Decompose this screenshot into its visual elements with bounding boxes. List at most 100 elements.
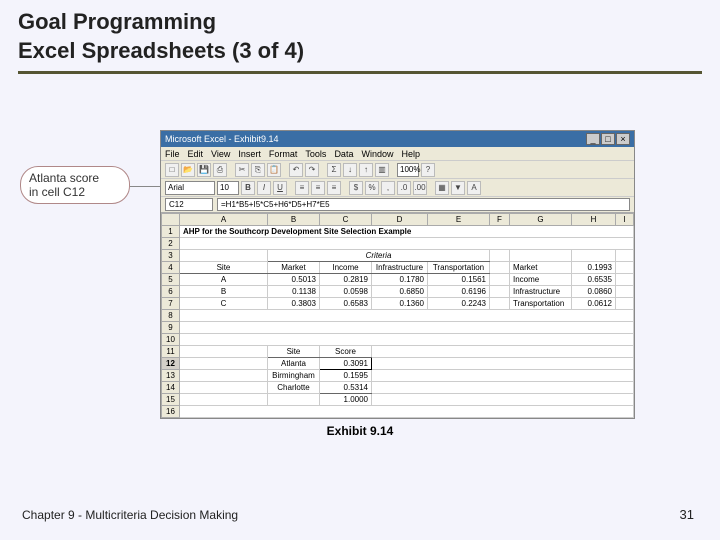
cell-a5[interactable]: A — [180, 274, 268, 286]
row-hdr-2[interactable]: 2 — [162, 238, 180, 250]
row-hdr-1[interactable]: 1 — [162, 226, 180, 238]
underline-icon[interactable]: U — [273, 181, 287, 195]
close-button[interactable]: × — [616, 133, 630, 145]
cell-g6[interactable]: Infrastructure — [510, 286, 572, 298]
cell-a6[interactable]: B — [180, 286, 268, 298]
cell-c6[interactable]: 0.0598 — [320, 286, 372, 298]
cell-e7[interactable]: 0.2243 — [428, 298, 490, 310]
row-hdr-5[interactable]: 5 — [162, 274, 180, 286]
copy-icon[interactable]: ⎘ — [251, 163, 265, 177]
align-center-icon[interactable]: ≡ — [311, 181, 325, 195]
menu-file[interactable]: File — [165, 149, 180, 159]
menu-tools[interactable]: Tools — [305, 149, 326, 159]
cell-f3[interactable] — [490, 250, 510, 262]
cell-d6[interactable]: 0.6850 — [372, 286, 428, 298]
sort-desc-icon[interactable]: ↑ — [359, 163, 373, 177]
row-hdr-8[interactable]: 8 — [162, 310, 180, 322]
cell-b4[interactable]: Market — [268, 262, 320, 274]
col-h[interactable]: H — [572, 214, 616, 226]
cell-i3[interactable] — [616, 250, 634, 262]
cell-d7[interactable]: 0.1360 — [372, 298, 428, 310]
open-icon[interactable]: 📂 — [181, 163, 195, 177]
cell-c4[interactable]: Income — [320, 262, 372, 274]
cell-c14[interactable]: 0.5314 — [320, 382, 372, 394]
minimize-button[interactable]: _ — [586, 133, 600, 145]
cell-c12-selected[interactable]: 0.3091 — [320, 358, 372, 370]
row-hdr-6[interactable]: 6 — [162, 286, 180, 298]
menu-help[interactable]: Help — [401, 149, 420, 159]
col-d[interactable]: D — [372, 214, 428, 226]
cell-h5[interactable]: 0.6535 — [572, 274, 616, 286]
row-hdr-9[interactable]: 9 — [162, 322, 180, 334]
cell-row15-rest[interactable] — [372, 394, 634, 406]
paste-icon[interactable]: 📋 — [267, 163, 281, 177]
save-icon[interactable]: 💾 — [197, 163, 211, 177]
cell-a11[interactable] — [180, 346, 268, 358]
cell-b7[interactable]: 0.3803 — [268, 298, 320, 310]
col-e[interactable]: E — [428, 214, 490, 226]
col-c[interactable]: C — [320, 214, 372, 226]
currency-icon[interactable]: $ — [349, 181, 363, 195]
font-selector[interactable]: Arial — [165, 181, 215, 195]
new-icon[interactable]: □ — [165, 163, 179, 177]
italic-icon[interactable]: I — [257, 181, 271, 195]
menu-window[interactable]: Window — [361, 149, 393, 159]
cell-c13[interactable]: 0.1595 — [320, 370, 372, 382]
cell-c7[interactable]: 0.6583 — [320, 298, 372, 310]
comma-icon[interactable]: , — [381, 181, 395, 195]
cell-e6[interactable]: 0.6196 — [428, 286, 490, 298]
undo-icon[interactable]: ↶ — [289, 163, 303, 177]
cell-row11-rest[interactable] — [372, 346, 634, 358]
row-hdr-13[interactable]: 13 — [162, 370, 180, 382]
cell-i4[interactable] — [616, 262, 634, 274]
align-right-icon[interactable]: ≡ — [327, 181, 341, 195]
cell-g4[interactable]: Market — [510, 262, 572, 274]
borders-icon[interactable]: ▦ — [435, 181, 449, 195]
menu-format[interactable]: Format — [269, 149, 298, 159]
cell-a15[interactable] — [180, 394, 268, 406]
cell-row12-rest[interactable] — [372, 358, 634, 370]
maximize-button[interactable]: □ — [601, 133, 615, 145]
cell-a12[interactable] — [180, 358, 268, 370]
bold-icon[interactable]: B — [241, 181, 255, 195]
cell-h7[interactable]: 0.0612 — [572, 298, 616, 310]
cell-h3[interactable] — [572, 250, 616, 262]
cell-b6[interactable]: 0.1138 — [268, 286, 320, 298]
cell-b11[interactable]: Site — [268, 346, 320, 358]
sum-icon[interactable]: Σ — [327, 163, 341, 177]
cell-g3[interactable] — [510, 250, 572, 262]
cell-a4[interactable]: Site — [180, 262, 268, 274]
cell-g5[interactable]: Income — [510, 274, 572, 286]
col-g[interactable]: G — [510, 214, 572, 226]
align-left-icon[interactable]: ≡ — [295, 181, 309, 195]
cell-a7[interactable]: C — [180, 298, 268, 310]
name-box[interactable]: C12 — [165, 198, 213, 211]
menu-data[interactable]: Data — [334, 149, 353, 159]
cell-criteria[interactable]: Criteria — [268, 250, 490, 262]
cell-b13[interactable]: Birmingham — [268, 370, 320, 382]
cell-f5[interactable] — [490, 274, 510, 286]
row-hdr-7[interactable]: 7 — [162, 298, 180, 310]
decrease-decimal-icon[interactable]: .0 — [397, 181, 411, 195]
cell-c11[interactable]: Score — [320, 346, 372, 358]
font-color-icon[interactable]: A — [467, 181, 481, 195]
cell-i7[interactable] — [616, 298, 634, 310]
cell-e5[interactable]: 0.1561 — [428, 274, 490, 286]
select-all-corner[interactable] — [162, 214, 180, 226]
cell-a13[interactable] — [180, 370, 268, 382]
cell-c5[interactable]: 0.2819 — [320, 274, 372, 286]
font-size-selector[interactable]: 10 — [217, 181, 239, 195]
cell-row2[interactable] — [180, 238, 634, 250]
sort-asc-icon[interactable]: ↓ — [343, 163, 357, 177]
help-icon[interactable]: ? — [421, 163, 435, 177]
cell-d5[interactable]: 0.1780 — [372, 274, 428, 286]
menu-view[interactable]: View — [211, 149, 230, 159]
cell-i6[interactable] — [616, 286, 634, 298]
fill-color-icon[interactable]: ▼ — [451, 181, 465, 195]
cell-c15[interactable]: 1.0000 — [320, 394, 372, 406]
cell-d4[interactable]: Infrastructure — [372, 262, 428, 274]
redo-icon[interactable]: ↷ — [305, 163, 319, 177]
cell-i5[interactable] — [616, 274, 634, 286]
col-b[interactable]: B — [268, 214, 320, 226]
cell-row14-rest[interactable] — [372, 382, 634, 394]
